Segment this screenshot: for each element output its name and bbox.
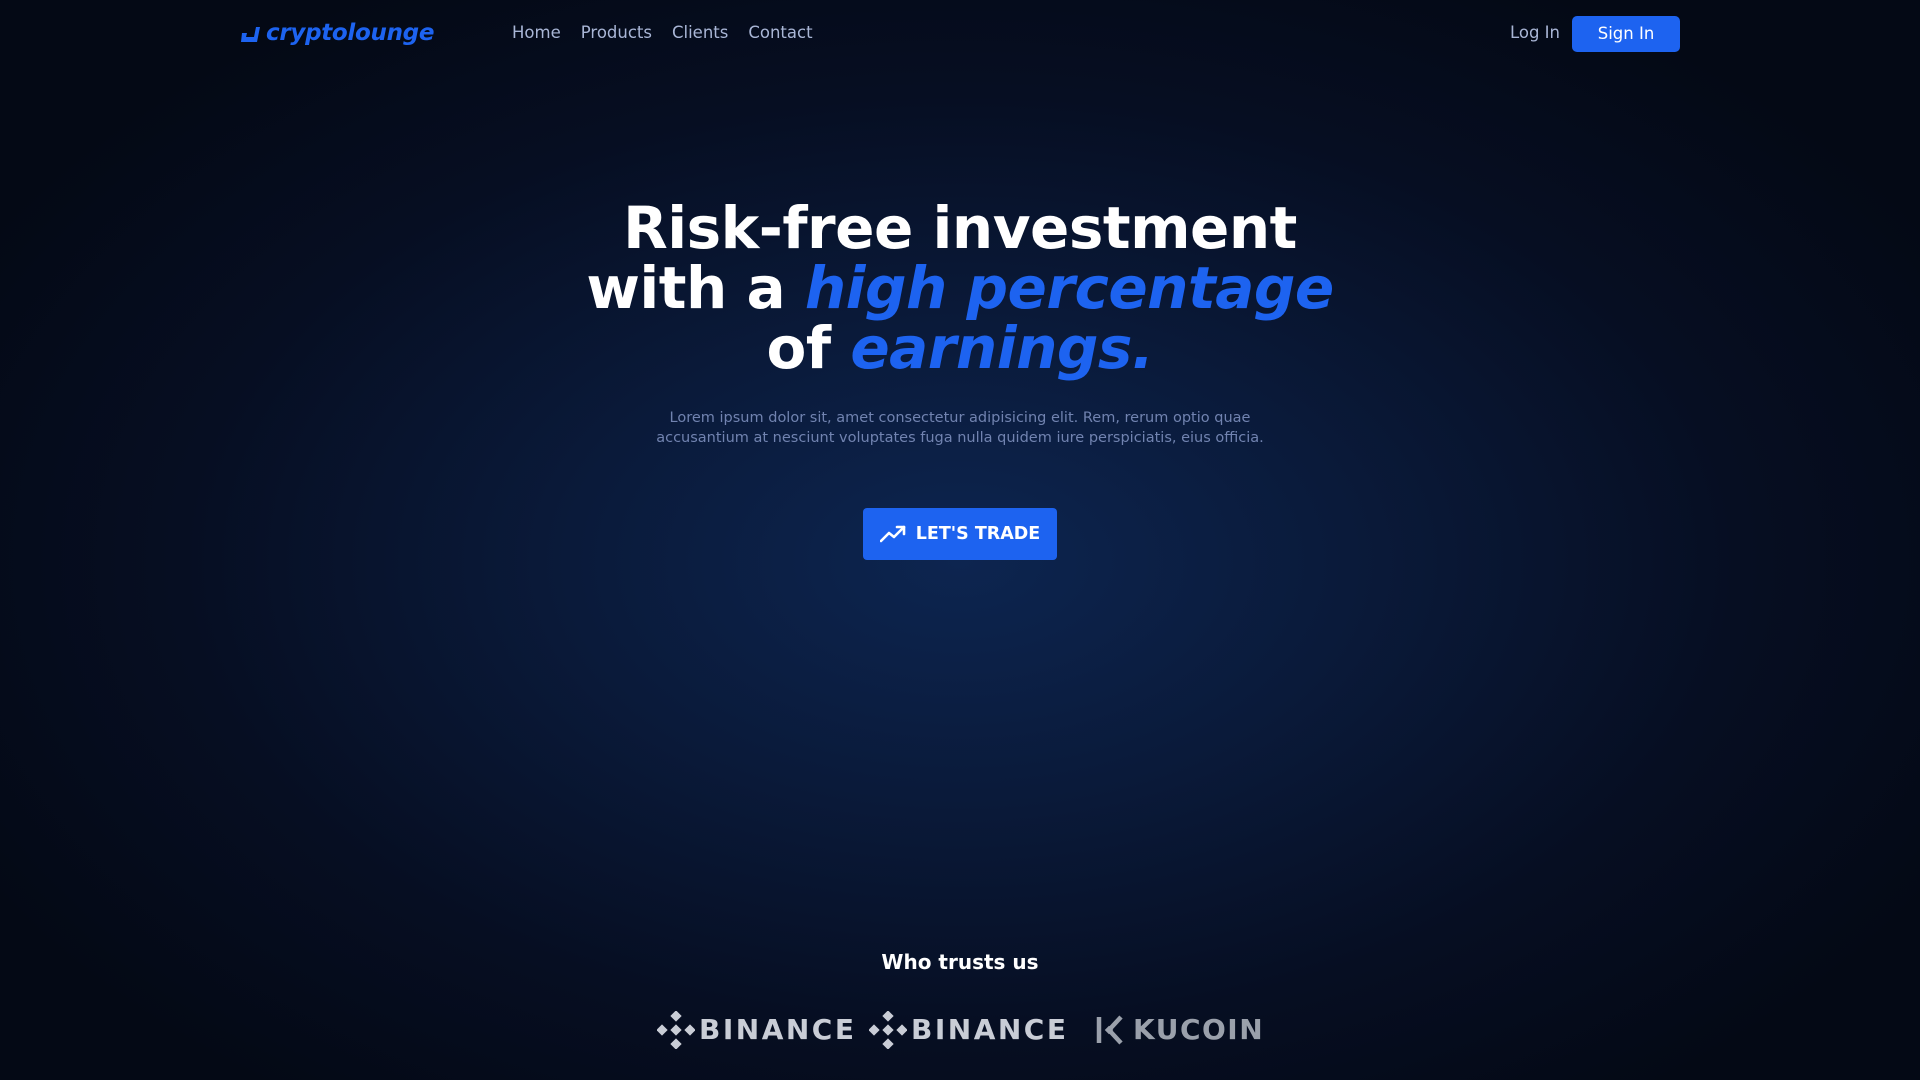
sign-in-button[interactable]: Sign In — [1572, 16, 1680, 52]
lets-trade-button[interactable]: LET'S TRADE — [863, 508, 1057, 560]
nav-link-clients[interactable]: Clients — [672, 20, 728, 46]
brand-name: BINANCE — [699, 1013, 857, 1046]
nav-links: Home Products Clients Contact — [512, 20, 813, 46]
brand-logo-binance-1: BINANCE — [657, 1010, 857, 1049]
hero-title-accent-earnings: earnings. — [850, 314, 1154, 382]
hero-title-line2-prefix: with a — [586, 254, 805, 322]
nav-link-contact[interactable]: Contact — [748, 20, 812, 46]
hero-title-accent-high-percentage: high percentage — [804, 254, 1334, 322]
top-nav: cryptolounge Home Products Clients Conta… — [0, 0, 1920, 66]
logo[interactable]: cryptolounge — [240, 17, 434, 49]
trending-up-icon — [879, 525, 906, 543]
binance-icon — [869, 1010, 907, 1049]
hero-subtitle: Lorem ipsum dolor sit, amet consectetur … — [656, 410, 1264, 446]
binance-icon — [657, 1010, 695, 1049]
nav-link-products[interactable]: Products — [581, 20, 652, 46]
brand-name: KUCOIN — [1133, 1013, 1265, 1046]
logo-text: cryptolounge — [266, 20, 435, 46]
kucoin-icon — [1096, 1014, 1123, 1045]
brand-logo-binance-2: BINANCE — [869, 1010, 1069, 1049]
brand-name: BINANCE — [911, 1013, 1069, 1046]
trusts-heading: Who trusts us — [881, 950, 1039, 974]
logo-icon — [241, 27, 260, 42]
login-link[interactable]: Log In — [1480, 20, 1560, 46]
lets-trade-label: LET'S TRADE — [915, 524, 1041, 544]
hero-title-line3-prefix: of — [766, 314, 851, 382]
nav-link-home[interactable]: Home — [512, 20, 561, 46]
hero-title-line1: Risk-free investment — [623, 194, 1297, 262]
brand-logo-kucoin: KUCOIN — [1091, 1011, 1264, 1049]
hero-title: Risk-free investment with a high percent… — [0, 198, 1920, 378]
